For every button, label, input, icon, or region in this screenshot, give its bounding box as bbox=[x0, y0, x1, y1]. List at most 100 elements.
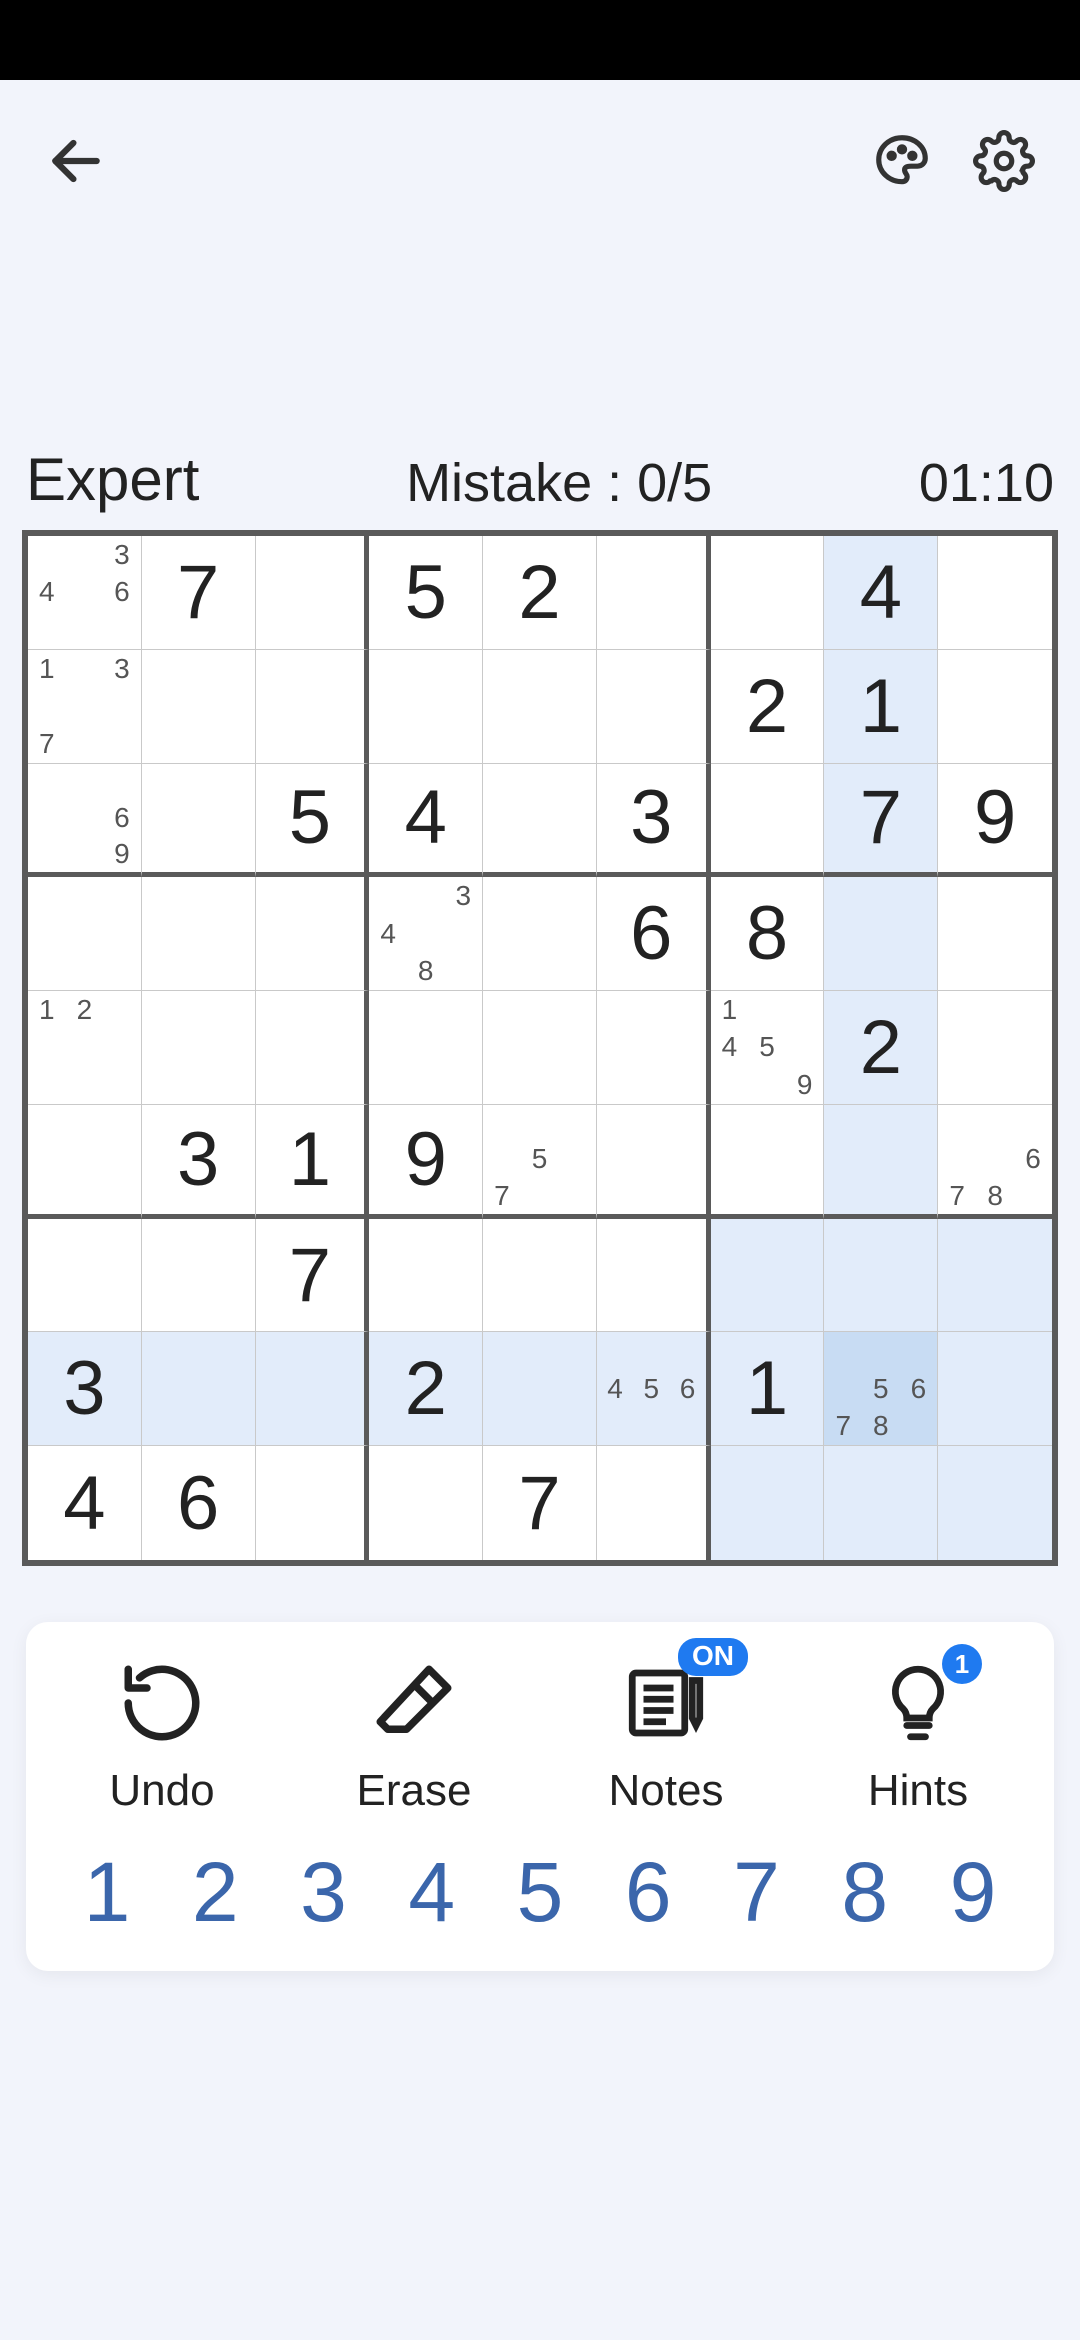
numpad-9[interactable]: 9 bbox=[924, 1844, 1022, 1941]
undo-button[interactable]: Undo bbox=[42, 1658, 282, 1816]
cell-r1-c3[interactable] bbox=[369, 650, 483, 764]
cell-r6-c2[interactable]: 7 bbox=[256, 1219, 370, 1333]
numpad-3[interactable]: 3 bbox=[275, 1844, 373, 1941]
numpad-5[interactable]: 5 bbox=[491, 1844, 589, 1941]
numpad-7[interactable]: 7 bbox=[708, 1844, 806, 1941]
cell-r7-c5[interactable]: 456 bbox=[597, 1332, 711, 1446]
cell-r4-c8[interactable] bbox=[938, 991, 1052, 1105]
cell-notes: 137 bbox=[28, 650, 141, 763]
hints-button[interactable]: 1 Hints bbox=[798, 1658, 1038, 1816]
cell-r8-c8[interactable] bbox=[938, 1446, 1052, 1560]
numpad-6[interactable]: 6 bbox=[599, 1844, 697, 1941]
cell-r1-c1[interactable] bbox=[142, 650, 256, 764]
palette-icon[interactable] bbox=[866, 125, 938, 197]
cell-r8-c3[interactable] bbox=[369, 1446, 483, 1560]
cell-r5-c6[interactable] bbox=[711, 1105, 825, 1219]
cell-r1-c2[interactable] bbox=[256, 650, 370, 764]
cell-r7-c2[interactable] bbox=[256, 1332, 370, 1446]
cell-r5-c3[interactable]: 9 bbox=[369, 1105, 483, 1219]
cell-r3-c2[interactable] bbox=[256, 877, 370, 991]
cell-r1-c0[interactable]: 137 bbox=[28, 650, 142, 764]
cell-r3-c0[interactable] bbox=[28, 877, 142, 991]
cell-r0-c8[interactable] bbox=[938, 536, 1052, 650]
cell-r5-c8[interactable]: 678 bbox=[938, 1105, 1052, 1219]
cell-r4-c6[interactable]: 1459 bbox=[711, 991, 825, 1105]
cell-r6-c1[interactable] bbox=[142, 1219, 256, 1333]
cell-r7-c6[interactable]: 1 bbox=[711, 1332, 825, 1446]
cell-r7-c3[interactable]: 2 bbox=[369, 1332, 483, 1446]
cell-r1-c7[interactable]: 1 bbox=[824, 650, 938, 764]
cell-r2-c6[interactable] bbox=[711, 764, 825, 878]
cell-r8-c2[interactable] bbox=[256, 1446, 370, 1560]
cell-r6-c3[interactable] bbox=[369, 1219, 483, 1333]
cell-r5-c4[interactable]: 57 bbox=[483, 1105, 597, 1219]
cell-r2-c0[interactable]: 69 bbox=[28, 764, 142, 878]
cell-r0-c5[interactable] bbox=[597, 536, 711, 650]
cell-r5-c7[interactable] bbox=[824, 1105, 938, 1219]
cell-r4-c0[interactable]: 12 bbox=[28, 991, 142, 1105]
cell-r1-c4[interactable] bbox=[483, 650, 597, 764]
cell-r4-c3[interactable] bbox=[369, 991, 483, 1105]
numpad-4[interactable]: 4 bbox=[383, 1844, 481, 1941]
cell-r4-c4[interactable] bbox=[483, 991, 597, 1105]
notes-button[interactable]: ON Notes bbox=[546, 1658, 786, 1816]
cell-r4-c7[interactable]: 2 bbox=[824, 991, 938, 1105]
cell-r6-c8[interactable] bbox=[938, 1219, 1052, 1333]
cell-r2-c7[interactable]: 7 bbox=[824, 764, 938, 878]
cell-r8-c1[interactable]: 6 bbox=[142, 1446, 256, 1560]
cell-r8-c5[interactable] bbox=[597, 1446, 711, 1560]
cell-r2-c5[interactable]: 3 bbox=[597, 764, 711, 878]
cell-r6-c7[interactable] bbox=[824, 1219, 938, 1333]
cell-r7-c8[interactable] bbox=[938, 1332, 1052, 1446]
cell-r4-c5[interactable] bbox=[597, 991, 711, 1105]
cell-r0-c7[interactable]: 4 bbox=[824, 536, 938, 650]
back-icon[interactable] bbox=[40, 125, 112, 197]
cell-r6-c6[interactable] bbox=[711, 1219, 825, 1333]
cell-r4-c1[interactable] bbox=[142, 991, 256, 1105]
cell-r3-c5[interactable]: 6 bbox=[597, 877, 711, 991]
numpad-1[interactable]: 1 bbox=[58, 1844, 156, 1941]
cell-r3-c8[interactable] bbox=[938, 877, 1052, 991]
cell-r0-c4[interactable]: 2 bbox=[483, 536, 597, 650]
cell-r6-c4[interactable] bbox=[483, 1219, 597, 1333]
cell-r6-c5[interactable] bbox=[597, 1219, 711, 1333]
cell-r5-c0[interactable] bbox=[28, 1105, 142, 1219]
cell-r8-c0[interactable]: 4 bbox=[28, 1446, 142, 1560]
cell-r2-c3[interactable]: 4 bbox=[369, 764, 483, 878]
cell-r7-c4[interactable] bbox=[483, 1332, 597, 1446]
hints-count-badge: 1 bbox=[942, 1644, 982, 1684]
numpad-2[interactable]: 2 bbox=[166, 1844, 264, 1941]
cell-r0-c0[interactable]: 346 bbox=[28, 536, 142, 650]
cell-r7-c1[interactable] bbox=[142, 1332, 256, 1446]
cell-r4-c2[interactable] bbox=[256, 991, 370, 1105]
cell-r7-c0[interactable]: 3 bbox=[28, 1332, 142, 1446]
cell-r5-c2[interactable]: 1 bbox=[256, 1105, 370, 1219]
cell-r2-c8[interactable]: 9 bbox=[938, 764, 1052, 878]
cell-r3-c4[interactable] bbox=[483, 877, 597, 991]
cell-r0-c2[interactable] bbox=[256, 536, 370, 650]
cell-r1-c6[interactable]: 2 bbox=[711, 650, 825, 764]
cell-r3-c6[interactable]: 8 bbox=[711, 877, 825, 991]
cell-r8-c6[interactable] bbox=[711, 1446, 825, 1560]
cell-r6-c0[interactable] bbox=[28, 1219, 142, 1333]
erase-button[interactable]: Erase bbox=[294, 1658, 534, 1816]
cell-r7-c7[interactable]: 5678 bbox=[824, 1332, 938, 1446]
numpad-8[interactable]: 8 bbox=[816, 1844, 914, 1941]
cell-r0-c6[interactable] bbox=[711, 536, 825, 650]
cell-r3-c1[interactable] bbox=[142, 877, 256, 991]
toolbar: Undo Erase ON Notes 1 bbox=[26, 1622, 1054, 1971]
cell-r3-c3[interactable]: 348 bbox=[369, 877, 483, 991]
cell-r3-c7[interactable] bbox=[824, 877, 938, 991]
cell-r1-c8[interactable] bbox=[938, 650, 1052, 764]
cell-r2-c1[interactable] bbox=[142, 764, 256, 878]
cell-r1-c5[interactable] bbox=[597, 650, 711, 764]
cell-r2-c2[interactable]: 5 bbox=[256, 764, 370, 878]
cell-r5-c5[interactable] bbox=[597, 1105, 711, 1219]
settings-icon[interactable] bbox=[968, 125, 1040, 197]
cell-r5-c1[interactable]: 3 bbox=[142, 1105, 256, 1219]
cell-r0-c3[interactable]: 5 bbox=[369, 536, 483, 650]
cell-r0-c1[interactable]: 7 bbox=[142, 536, 256, 650]
cell-r8-c4[interactable]: 7 bbox=[483, 1446, 597, 1560]
cell-r8-c7[interactable] bbox=[824, 1446, 938, 1560]
cell-r2-c4[interactable] bbox=[483, 764, 597, 878]
